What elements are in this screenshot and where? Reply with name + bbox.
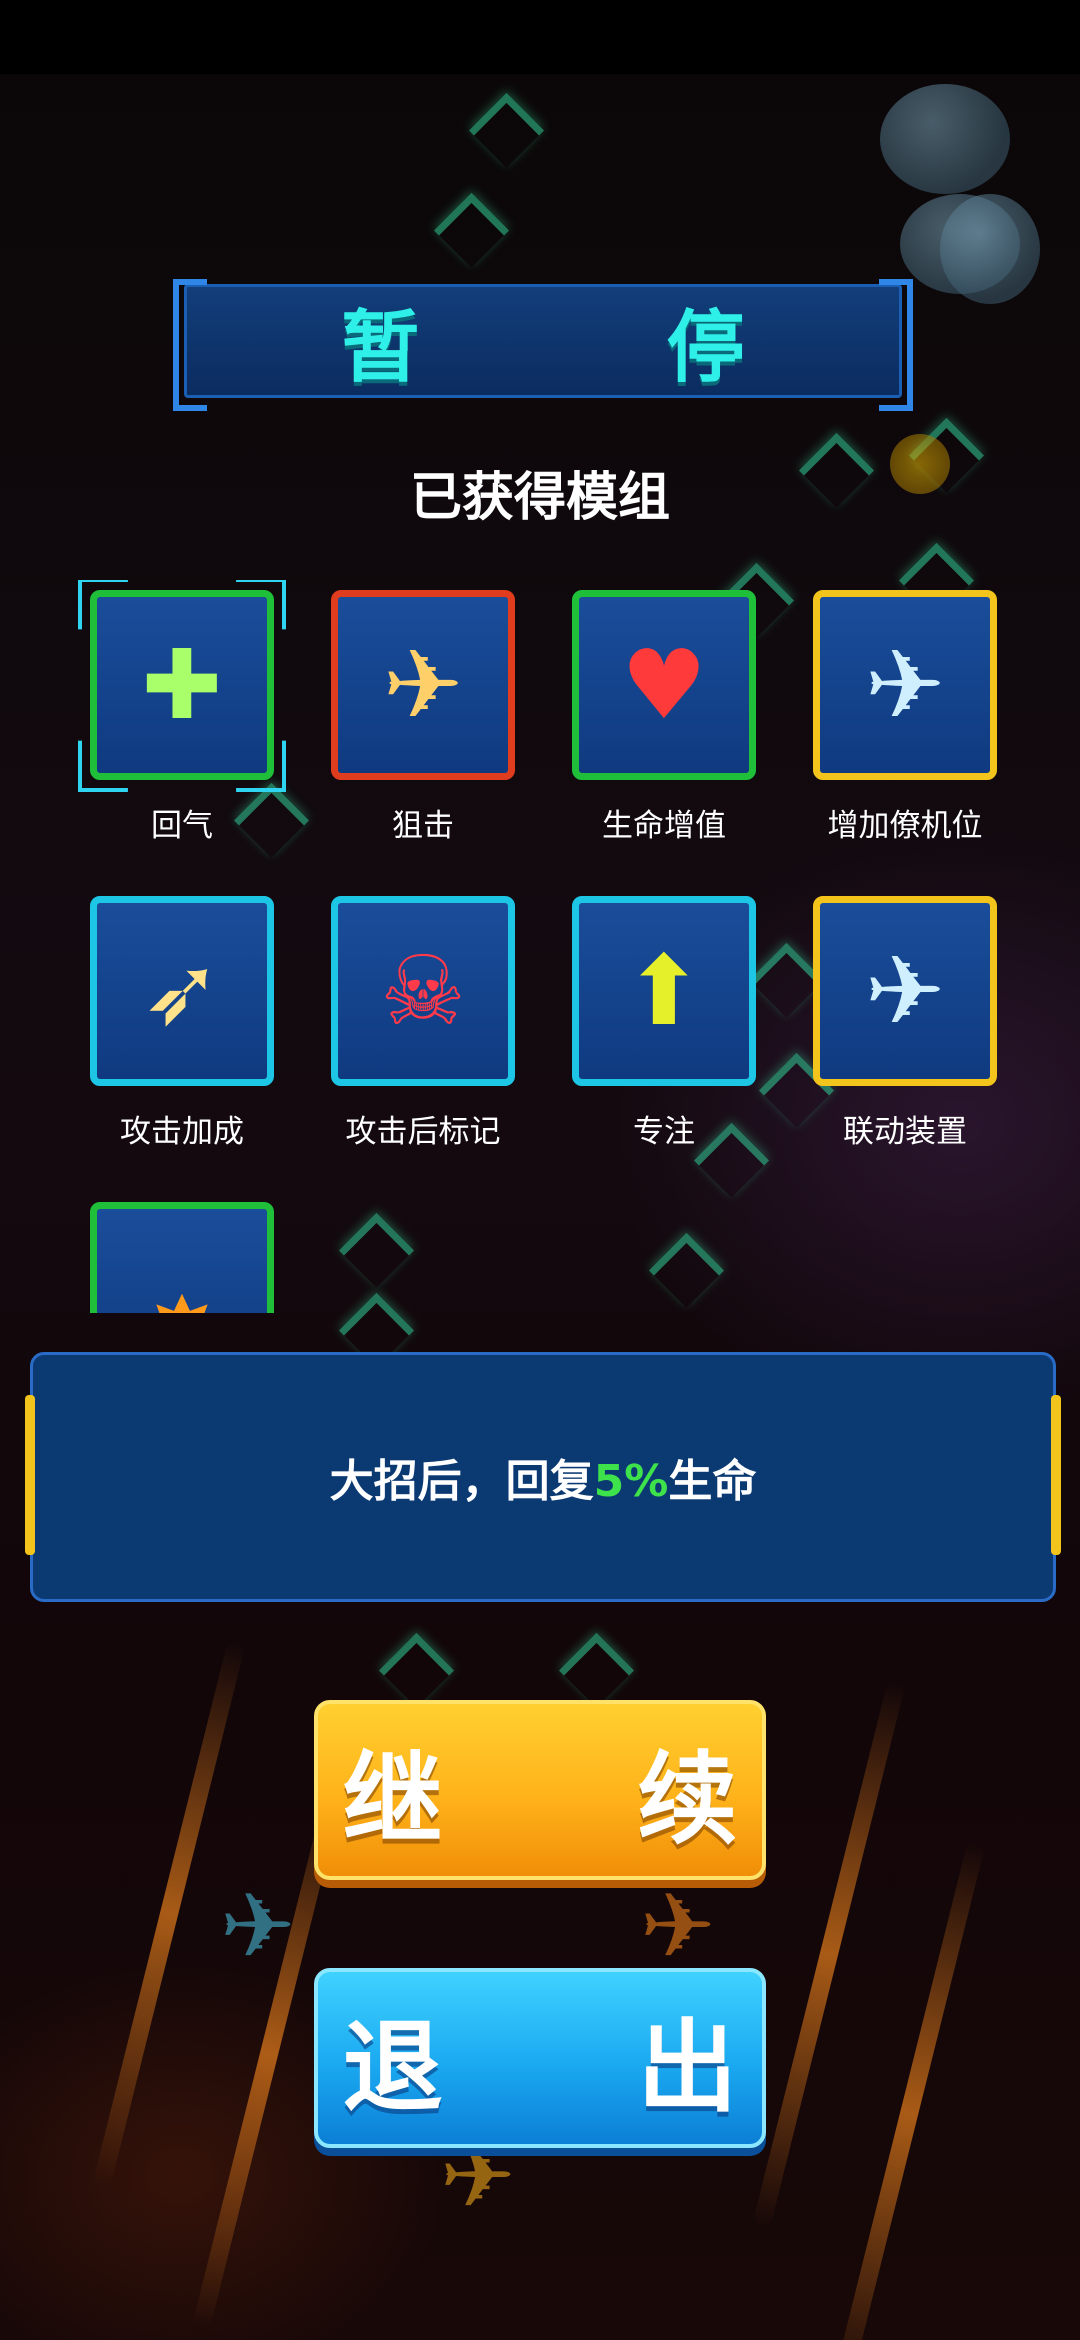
module-grid: ✚ 回气 ✈ 狙击 ♥ 生命增值 ✈ 增加僚机位 ➶ 攻击加成 ☠ 攻击后标记 <box>0 580 1080 1313</box>
module-icon-box: ⬆ <box>572 896 756 1086</box>
module-item-link[interactable]: ✈ 联动装置 <box>813 896 997 1151</box>
module-item-recover[interactable]: ✚ 回气 <box>78 580 286 845</box>
sniper-plane-icon: ✈ <box>382 629 464 741</box>
module-icon-box: ✈ <box>813 590 997 780</box>
module-label: 攻击加成 <box>120 1114 244 1150</box>
module-item-extra[interactable]: ✸ <box>90 1202 274 1313</box>
pause-title-banner: 暂 停 <box>173 279 913 411</box>
module-label: 联动装置 <box>843 1114 967 1150</box>
module-item-snipe[interactable]: ✈ 狙击 <box>331 590 515 845</box>
module-icon-box: ✚ <box>90 590 274 780</box>
module-icon-box: ☠ <box>331 896 515 1086</box>
module-item-attack-bonus[interactable]: ➶ 攻击加成 <box>90 896 274 1151</box>
description-suffix: 生命 <box>668 1456 757 1507</box>
continue-label: 继 续 <box>342 1740 818 1858</box>
description-highlight: 5% <box>593 1456 669 1507</box>
explosion-heal-icon: ✸ <box>142 1284 222 1313</box>
module-icon-box: ✈ <box>331 590 515 780</box>
module-icon-box: ✈ <box>813 896 997 1086</box>
module-icon-box: ♥ <box>572 590 756 780</box>
exit-label: 退 出 <box>342 2008 818 2126</box>
heal-plane-icon: ✚ <box>141 629 223 741</box>
focus-arrow-icon: ⬆ <box>623 935 705 1047</box>
continue-button[interactable]: 继 续 <box>314 1700 766 1880</box>
status-bar <box>0 0 1080 74</box>
module-label: 专注 <box>633 1114 695 1150</box>
module-icon-box: ➶ <box>90 896 274 1086</box>
modules-heading: 已获得模组 <box>409 468 670 528</box>
description-prefix: 大招后，回复 <box>329 1456 594 1507</box>
module-label: 攻击后标记 <box>345 1114 501 1150</box>
module-label: 增加僚机位 <box>827 808 983 844</box>
module-item-life-up[interactable]: ♥ 生命增值 <box>572 590 756 845</box>
heart-plane-icon: ♥ <box>620 629 708 741</box>
module-label: 生命增值 <box>602 808 726 844</box>
exit-button[interactable]: 退 出 <box>314 1968 766 2148</box>
mp-link-icon: ✈ <box>864 935 946 1047</box>
module-item-wingman[interactable]: ✈ 增加僚机位 <box>813 590 997 845</box>
module-label: 狙击 <box>392 808 454 844</box>
module-icon-box: ✸ <box>90 1202 274 1313</box>
module-description: 大招后，回复5%生命 <box>330 1445 757 1509</box>
module-item-mark[interactable]: ☠ 攻击后标记 <box>331 896 515 1151</box>
pause-title: 暂 停 <box>341 303 855 393</box>
module-item-focus[interactable]: ⬆ 专注 <box>572 896 756 1151</box>
target-skull-icon: ☠ <box>379 935 467 1047</box>
module-label: 回气 <box>151 808 213 844</box>
wingman-slot-icon: ✈ <box>864 629 946 741</box>
module-description-panel: 大招后，回复5%生命 <box>25 1352 1061 1602</box>
missile-icon: ➶ <box>141 935 223 1047</box>
